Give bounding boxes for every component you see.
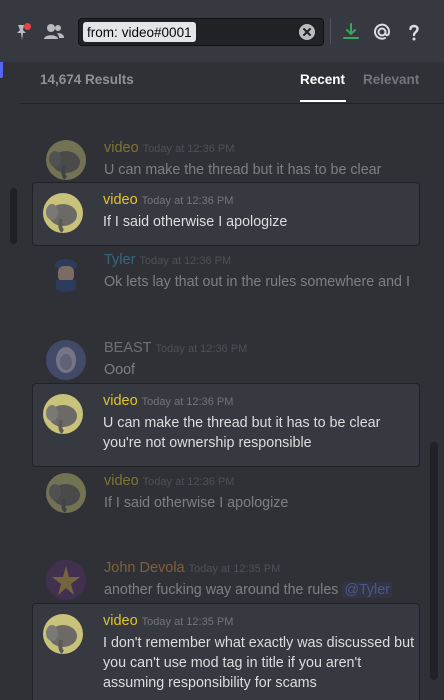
message-author[interactable]: video Today at 12:36 PM (104, 140, 234, 156)
message-text: U can make the thread but it has to be c… (103, 413, 380, 453)
message-line: I don't remember what exactly was discus… (103, 635, 415, 651)
message-timestamp: Today at 12:36 PM (142, 476, 235, 488)
message-author[interactable]: video Today at 12:35 PM (103, 613, 233, 629)
search-result-message[interactable]: Tyler Today at 12:36 PM Ok lets lay that … (46, 252, 424, 298)
results-count: 14,674 Results (40, 72, 134, 87)
message-line: you can't use mod tag in title if you ar… (103, 655, 362, 671)
author-name[interactable]: video (103, 192, 138, 208)
avatar[interactable] (43, 193, 83, 233)
search-filter-chip[interactable]: from: video#0001 (83, 22, 196, 42)
tab-recent[interactable]: Recent (300, 72, 345, 87)
elephant-avatar-icon (46, 140, 86, 180)
search-result-message[interactable]: video Today at 12:36 PM U can make the th… (32, 383, 420, 467)
results-header: 14,674 Results Recent Relevant (20, 62, 444, 104)
inbox-download-icon[interactable] (339, 20, 363, 44)
elephant-avatar-icon (43, 394, 83, 434)
search-result-message[interactable]: video Today at 12:36 PM If I said otherwi… (32, 182, 420, 246)
message-text: If I said otherwise I apologize (104, 495, 289, 511)
clear-icon[interactable] (299, 24, 315, 40)
tab-relevant[interactable]: Relevant (363, 72, 419, 87)
message-author[interactable]: BEAST Today at 12:36 PM (104, 340, 247, 356)
author-name[interactable]: John Devola (104, 560, 185, 576)
star-avatar-icon (46, 560, 86, 600)
search-result-message[interactable]: BEAST Today at 12:36 PM Ooof (46, 340, 424, 380)
search-result-message[interactable]: video Today at 12:36 PM U can make the th… (46, 140, 424, 180)
message-timestamp: Today at 12:35 PM (188, 563, 281, 575)
message-timestamp: Today at 12:36 PM (141, 195, 234, 207)
author-name[interactable]: video (104, 473, 139, 489)
user-mention[interactable]: @Tyler (342, 582, 392, 598)
message-timestamp: Today at 12:36 PM (155, 343, 248, 355)
message-line: U can make the thread but it has to be c… (103, 415, 381, 431)
message-line: assuming responsibility for scams (103, 675, 317, 691)
message-line: you're not ownership responsible (103, 435, 312, 451)
search-input[interactable]: from: video#0001 (78, 18, 324, 46)
avatar[interactable] (43, 394, 83, 434)
toolbar: from: video#0001 (0, 0, 444, 62)
message-author[interactable]: video Today at 12:36 PM (104, 473, 234, 489)
message-line: another fucking way around the rules (104, 582, 339, 598)
message-author[interactable]: Tyler Today at 12:36 PM (104, 252, 231, 268)
avatar[interactable] (46, 252, 86, 292)
message-text: another fucking way around the rules @Ty… (104, 580, 392, 600)
search-prefix: from: (87, 24, 118, 40)
left-strip (0, 0, 20, 700)
message-timestamp: Today at 12:36 PM (142, 143, 235, 155)
help-icon[interactable] (402, 20, 426, 44)
avatar[interactable] (46, 560, 86, 600)
pin-icon[interactable] (10, 20, 34, 44)
search-result-message[interactable]: video Today at 12:35 PM I don't remember … (32, 603, 420, 700)
message-author[interactable]: video Today at 12:36 PM (103, 393, 233, 409)
message-timestamp: Today at 12:36 PM (139, 255, 232, 267)
message-text: U can make the thread but it has to be c… (104, 162, 382, 178)
toolbar-divider (330, 18, 331, 44)
tab-active-indicator (300, 100, 346, 102)
search-results-panel: 14,674 Results Recent Relevant video Toda… (20, 62, 444, 700)
author-name[interactable]: Tyler (104, 252, 135, 268)
message-text: Ooof (104, 362, 135, 378)
author-name[interactable]: video (103, 393, 138, 409)
message-author[interactable]: video Today at 12:36 PM (103, 192, 233, 208)
author-name[interactable]: video (103, 613, 138, 629)
elephant-avatar-icon (43, 614, 83, 654)
message-text: I don't remember what exactly was discus… (103, 633, 414, 693)
channel-accent (0, 60, 3, 78)
avatar[interactable] (46, 473, 86, 513)
mention-icon[interactable] (370, 20, 394, 44)
avatar[interactable] (46, 340, 86, 380)
message-text: If I said otherwise I apologize (103, 214, 288, 230)
message-author[interactable]: John Devola Today at 12:35 PM (104, 560, 280, 576)
avatar[interactable] (46, 140, 86, 180)
search-result-message[interactable]: video Today at 12:36 PM If I said otherwi… (46, 473, 424, 513)
members-icon[interactable] (42, 20, 66, 44)
message-text: Ok lets lay that out in the rules somewh… (104, 274, 410, 290)
message-timestamp: Today at 12:36 PM (141, 396, 234, 408)
message-timestamp: Today at 12:35 PM (141, 616, 234, 628)
author-name[interactable]: BEAST (104, 340, 152, 356)
left-scrollbar[interactable] (10, 188, 17, 244)
beast-avatar-icon (46, 340, 86, 380)
search-result-message[interactable]: John Devola Today at 12:35 PM another fuc… (46, 560, 424, 600)
author-name[interactable]: video (104, 140, 139, 156)
avatar[interactable] (43, 614, 83, 654)
elephant-avatar-icon (46, 473, 86, 513)
window-top-notch (360, 0, 444, 6)
policeman-avatar-icon (46, 252, 86, 292)
results-scrollbar[interactable] (430, 442, 438, 680)
elephant-avatar-icon (43, 193, 83, 233)
search-value: video#0001 (121, 24, 192, 40)
